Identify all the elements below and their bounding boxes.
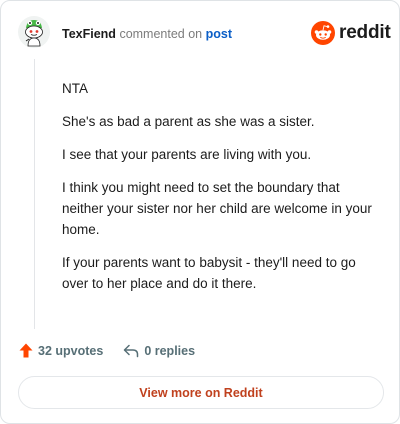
comment-paragraph: If your parents want to babysit - they'l… bbox=[62, 255, 356, 291]
reply-button[interactable]: 0 replies bbox=[123, 344, 195, 358]
comment-paragraph: NTA bbox=[62, 81, 88, 96]
comment-header: TexFiend commented on post bbox=[62, 27, 232, 41]
comment-paragraph: She's as bad a parent as she was a siste… bbox=[62, 114, 315, 129]
comment-paragraph: I see that your parents are living with … bbox=[62, 147, 312, 162]
comment-paragraph: I think you might need to set the bounda… bbox=[62, 180, 372, 237]
reply-arrow-icon bbox=[124, 344, 139, 357]
embedded-comment-card: TexFiend commented on post reddit NTA Sh… bbox=[0, 0, 400, 424]
upvote-arrow-icon bbox=[19, 343, 33, 358]
reddit-snoo-icon bbox=[311, 21, 335, 45]
comment-body: NTA She's as bad a parent as she was a s… bbox=[62, 78, 380, 306]
reply-count: 0 replies bbox=[144, 343, 196, 358]
snoo-avatar-icon bbox=[18, 16, 50, 48]
user-avatar[interactable] bbox=[18, 16, 50, 48]
upvote-button[interactable]: 32 upvotes bbox=[19, 343, 103, 358]
username-link[interactable]: TexFiend bbox=[62, 27, 116, 41]
reddit-logo[interactable]: reddit bbox=[311, 21, 391, 45]
post-link[interactable]: post bbox=[206, 27, 232, 41]
reddit-wordmark: reddit bbox=[339, 22, 391, 43]
comment-footer: 32 upvotes 0 replies bbox=[19, 343, 195, 358]
upvote-count: 32 upvotes bbox=[38, 343, 104, 358]
thread-line bbox=[34, 59, 35, 329]
view-more-button[interactable]: View more on Reddit bbox=[18, 376, 384, 409]
action-text: commented on bbox=[119, 27, 203, 41]
